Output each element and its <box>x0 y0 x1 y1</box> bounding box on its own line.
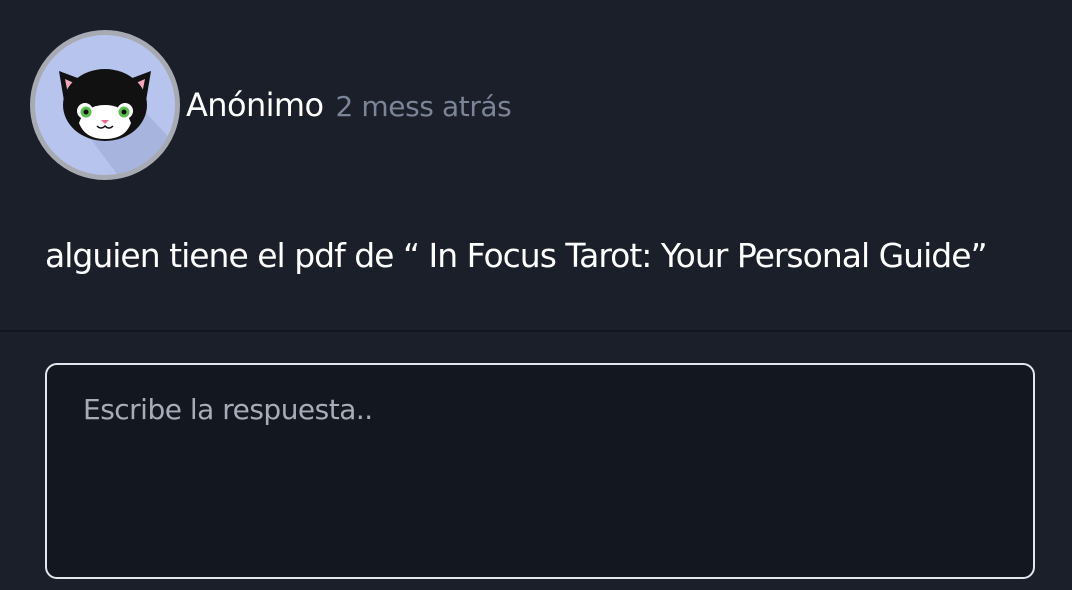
divider <box>0 330 1072 332</box>
avatar[interactable] <box>30 30 180 180</box>
post-timestamp: 2 mess atrás <box>335 90 512 123</box>
black-cat-avatar-icon <box>59 69 175 175</box>
post-meta: Anónimo 2 mess atrás <box>186 86 512 124</box>
author-name[interactable]: Anónimo <box>186 86 324 124</box>
reply-input[interactable] <box>45 363 1035 579</box>
post-header: Anónimo 2 mess atrás <box>30 30 512 180</box>
question-screen: Anónimo 2 mess atrás alguien tiene el pd… <box>0 0 1072 590</box>
question-text: alguien tiene el pdf de “ In Focus Tarot… <box>45 236 988 275</box>
